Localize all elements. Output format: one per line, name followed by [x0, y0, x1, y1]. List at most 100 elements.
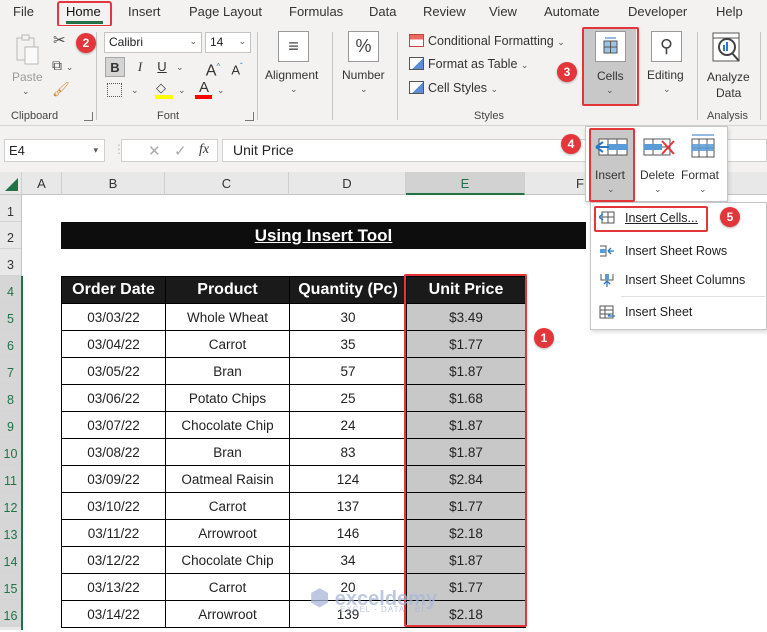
- cell-quantity[interactable]: 146: [289, 519, 407, 547]
- cell-order-date[interactable]: 03/08/22: [61, 438, 166, 466]
- cell-product[interactable]: Bran: [165, 438, 290, 466]
- menu-item-insert-sheet[interactable]: Insert Sheet: [599, 305, 692, 319]
- cell-product[interactable]: Carrot: [165, 492, 290, 520]
- row-header[interactable]: 7: [0, 357, 21, 384]
- insert-function-icon[interactable]: fx: [199, 142, 209, 158]
- cut-icon[interactable]: ✂: [53, 31, 66, 49]
- font-name-select[interactable]: Calibri ⌄: [104, 32, 202, 53]
- cell-quantity[interactable]: 34: [289, 546, 407, 574]
- cell-order-date[interactable]: 03/14/22: [61, 600, 166, 628]
- format-painter-icon[interactable]: 🖌: [52, 81, 70, 98]
- sheet-title[interactable]: Using Insert Tool: [61, 222, 586, 249]
- row-header[interactable]: 2: [0, 222, 21, 249]
- cell-quantity[interactable]: 83: [289, 438, 407, 466]
- row-header[interactable]: 3: [0, 249, 21, 276]
- row-header[interactable]: 10: [0, 438, 21, 465]
- row-header[interactable]: 4: [0, 276, 21, 303]
- conditional-formatting-button[interactable]: Conditional Formatting ⌄: [409, 34, 565, 48]
- row-header[interactable]: 15: [0, 573, 21, 600]
- cell-product[interactable]: Carrot: [165, 330, 290, 358]
- cell-quantity[interactable]: 25: [289, 384, 407, 412]
- row-header[interactable]: 9: [0, 411, 21, 438]
- underline-chevron-icon[interactable]: ⌄: [176, 62, 184, 73]
- tab-page-layout[interactable]: Page Layout: [189, 4, 262, 19]
- column-header-d[interactable]: D: [289, 172, 406, 195]
- cell-quantity[interactable]: 137: [289, 492, 407, 520]
- tab-formulas[interactable]: Formulas: [289, 4, 343, 19]
- tab-data[interactable]: Data: [369, 4, 396, 19]
- column-header-e[interactable]: E: [406, 172, 525, 195]
- alignment-button[interactable]: Alignment: [265, 68, 318, 82]
- font-launcher-icon[interactable]: [245, 112, 254, 121]
- borders-chevron-icon[interactable]: ⌄: [131, 85, 139, 96]
- alignment-icon[interactable]: ≡: [278, 31, 309, 62]
- paste-label[interactable]: Paste: [12, 70, 43, 84]
- underline-button[interactable]: U: [152, 57, 172, 77]
- paste-icon[interactable]: [14, 34, 40, 66]
- cell-order-date[interactable]: 03/12/22: [61, 546, 166, 574]
- tab-file[interactable]: File: [13, 4, 34, 19]
- menu-item-insert-sheet-rows[interactable]: Insert Sheet Rows: [599, 244, 727, 258]
- select-all-button[interactable]: [0, 172, 22, 195]
- fill-color-icon[interactable]: ◇: [156, 80, 166, 96]
- header-order-date[interactable]: Order Date: [61, 276, 166, 304]
- cell-product[interactable]: Arrowroot: [165, 600, 290, 628]
- editing-button[interactable]: Editing: [647, 68, 684, 82]
- format-button[interactable]: Format ⌄: [681, 130, 726, 200]
- cell-order-date[interactable]: 03/05/22: [61, 357, 166, 385]
- cell-order-date[interactable]: 03/04/22: [61, 330, 166, 358]
- cancel-icon[interactable]: ✕: [148, 142, 161, 160]
- bold-button[interactable]: B: [105, 57, 125, 77]
- cell-product[interactable]: Arrowroot: [165, 519, 290, 547]
- tab-view[interactable]: View: [489, 4, 517, 19]
- cell-quantity[interactable]: 57: [289, 357, 407, 385]
- paste-chevron-icon[interactable]: ⌄: [22, 86, 30, 97]
- cell-quantity[interactable]: 30: [289, 303, 407, 331]
- chevron-down-icon[interactable]: ⌄: [360, 84, 368, 95]
- cell-order-date[interactable]: 03/10/22: [61, 492, 166, 520]
- cell-styles-button[interactable]: Cell Styles ⌄: [409, 81, 498, 95]
- cell-product[interactable]: Chocolate Chip: [165, 546, 290, 574]
- italic-button[interactable]: I: [130, 57, 150, 77]
- tab-help[interactable]: Help: [716, 4, 743, 19]
- tab-automate[interactable]: Automate: [544, 4, 600, 19]
- header-product[interactable]: Product: [165, 276, 290, 304]
- menu-item-insert-sheet-columns[interactable]: Insert Sheet Columns: [599, 273, 745, 287]
- tab-insert[interactable]: Insert: [128, 4, 161, 19]
- number-button[interactable]: Number: [342, 68, 385, 82]
- delete-button[interactable]: Delete ⌄: [638, 130, 680, 200]
- chevron-down-icon[interactable]: ⌄: [290, 84, 298, 95]
- row-header[interactable]: 12: [0, 492, 21, 519]
- clipboard-launcher-icon[interactable]: [84, 112, 93, 121]
- cell-order-date[interactable]: 03/07/22: [61, 411, 166, 439]
- cell-product[interactable]: Potato Chips: [165, 384, 290, 412]
- cell-order-date[interactable]: 03/11/22: [61, 519, 166, 547]
- row-header[interactable]: 6: [0, 330, 21, 357]
- header-quantity[interactable]: Quantity (Pc): [289, 276, 407, 304]
- shrink-font-button[interactable]: Aˇ: [227, 57, 247, 77]
- cell-product[interactable]: Whole Wheat: [165, 303, 290, 331]
- chevron-down-icon[interactable]: ⌄: [663, 84, 671, 95]
- name-box[interactable]: E4 ▾: [4, 139, 105, 162]
- row-header[interactable]: 8: [0, 384, 21, 411]
- percent-icon[interactable]: %: [348, 31, 379, 62]
- cell-order-date[interactable]: 03/03/22: [61, 303, 166, 331]
- tab-review[interactable]: Review: [423, 4, 466, 19]
- column-header-a[interactable]: A: [22, 172, 62, 195]
- format-as-table-button[interactable]: Format as Table ⌄: [409, 57, 528, 71]
- font-size-select[interactable]: 14 ⌄: [205, 32, 251, 53]
- analyze-data-icon[interactable]: [712, 32, 742, 64]
- cell-product[interactable]: Bran: [165, 357, 290, 385]
- cell-product[interactable]: Carrot: [165, 573, 290, 601]
- cell-order-date[interactable]: 03/13/22: [61, 573, 166, 601]
- row-header[interactable]: 14: [0, 546, 21, 573]
- cell-quantity[interactable]: 35: [289, 330, 407, 358]
- borders-icon[interactable]: [107, 83, 122, 97]
- row-header[interactable]: 13: [0, 519, 21, 546]
- font-color-chevron-icon[interactable]: ⌄: [217, 85, 225, 96]
- column-header-b[interactable]: B: [62, 172, 165, 195]
- grow-font-button[interactable]: A^: [203, 57, 223, 79]
- cell-order-date[interactable]: 03/09/22: [61, 465, 166, 493]
- row-header[interactable]: 1: [0, 195, 21, 222]
- column-header-c[interactable]: C: [165, 172, 289, 195]
